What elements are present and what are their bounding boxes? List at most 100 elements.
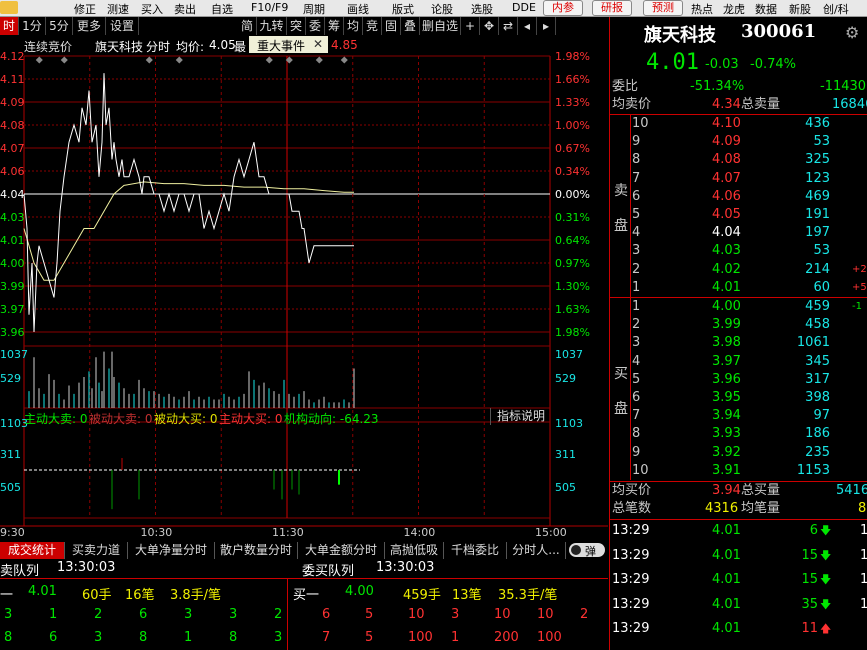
back-button[interactable]	[0, 1, 18, 14]
tool-break[interactable]: 突	[287, 17, 306, 35]
menu-item-ipo[interactable]: 新股	[789, 1, 811, 17]
level: 8	[632, 152, 641, 168]
tool-overlay[interactable]: 叠	[401, 17, 420, 35]
tool-chips[interactable]: 筹	[325, 17, 344, 35]
tool-average[interactable]: 均	[344, 17, 363, 35]
level-volume: 436	[805, 116, 830, 131]
order-book-row[interactable]: 4 3.97 345	[610, 353, 867, 371]
level: 2	[632, 317, 641, 333]
close-icon[interactable]: ✕	[313, 37, 323, 51]
order-book-row[interactable]: 6 4.06 469	[610, 188, 867, 206]
order-book-row[interactable]: 6 3.95 398	[610, 389, 867, 407]
menu-item-dragon[interactable]: 龙虎	[723, 1, 745, 17]
queue-order: 3	[451, 607, 460, 622]
tool-nine-turn[interactable]: 九转	[257, 17, 287, 35]
indicator-active-buy: 主动大买: 0	[219, 412, 283, 426]
tick-tail: 1	[860, 572, 867, 587]
tab-insider[interactable]: 内参	[543, 0, 583, 16]
order-book-row[interactable]: 2 4.02 214 +2	[610, 261, 867, 279]
tab-retail-count[interactable]: 散户数量分时	[215, 542, 298, 559]
percent-tick-label: 1.00%	[555, 119, 590, 132]
menu-item-hotspot[interactable]: 热点	[691, 1, 713, 17]
tick-direction: 🡇	[820, 522, 831, 540]
order-book-row[interactable]: 7 3.94 97	[610, 407, 867, 425]
tab-buy-sell-force[interactable]: 买卖力道	[65, 542, 128, 559]
menu-item-sell[interactable]: 卖出	[174, 1, 196, 17]
button-settings[interactable]: 设置	[106, 17, 139, 35]
tick-time: 13:29	[612, 523, 650, 538]
level-volume: 325	[805, 152, 830, 168]
next-icon[interactable]: ▸	[537, 17, 556, 35]
order-book-row[interactable]: 7 4.07 123	[610, 170, 867, 188]
chart-stock-name: 旗天科技	[95, 40, 144, 54]
order-book-row[interactable]: 3 4.03 53	[610, 242, 867, 260]
tick-time: 13:29	[612, 621, 650, 636]
total-sell-label: 总卖量	[741, 97, 781, 112]
price-change-pct: -0.74%	[750, 57, 796, 72]
popup-toggle[interactable]: 弹	[569, 543, 605, 558]
level-price: 3.99	[712, 317, 741, 333]
tab-timeshare[interactable]: 时	[0, 17, 19, 35]
order-book-row[interactable]: 2 3.99 458	[610, 316, 867, 334]
tool-auction[interactable]: 竞	[363, 17, 382, 35]
indicator-explain-button[interactable]: 指标说明	[490, 408, 555, 425]
menu-item-f10[interactable]: F10/F9	[251, 1, 288, 14]
order-book-row[interactable]: 1 4.00 459 -1	[610, 298, 867, 316]
tab-research[interactable]: 研报	[592, 0, 632, 16]
tab-forecast[interactable]: 预测	[643, 0, 683, 16]
tab-trade-stats[interactable]: 成交统计	[0, 542, 65, 559]
menu-item-period[interactable]: 周期	[303, 1, 325, 17]
chart-canvas[interactable]: 4.12 4.11 4.09 4.08 4.07 4.06 4.04 4.03 4.01 4.00…	[0, 36, 608, 542]
menu-item-draw[interactable]: 画线	[347, 1, 369, 17]
tab-high-low[interactable]: 高抛低吸	[385, 542, 444, 559]
intraday-chart[interactable]: 4.12 4.11 4.09 4.08 4.07 4.06 4.04 4.03 4.01 4.00…	[0, 36, 608, 542]
event-badge[interactable]: 重大事件 ✕	[249, 36, 328, 53]
button-1min[interactable]: 1分	[19, 17, 46, 35]
swap-icon[interactable]: ⇄	[499, 17, 518, 35]
menu-item-layout[interactable]: 版式	[392, 1, 414, 17]
plus-icon[interactable]: +	[461, 17, 480, 35]
volume-tick-label: 1037	[0, 348, 28, 361]
order-book-row[interactable]: 4 4.04 197	[610, 224, 867, 242]
prev-icon[interactable]: ◂	[518, 17, 537, 35]
avg-buy-value: 3.94	[712, 483, 741, 498]
menu-item-dde[interactable]: DDE	[512, 1, 536, 14]
button-5min[interactable]: 5分	[46, 17, 73, 35]
order-book-row[interactable]: 9 4.09 53	[610, 133, 867, 151]
order-book-row[interactable]: 10 3.91 1153	[610, 462, 867, 480]
menu-item-screener[interactable]: 选股	[471, 1, 493, 17]
menu-item-forum[interactable]: 论股	[431, 1, 453, 17]
tab-big-order-amount[interactable]: 大单金额分时	[298, 542, 385, 559]
tool-simple[interactable]: 简	[238, 17, 257, 35]
price-tick-label: 4.03	[0, 211, 25, 224]
stock-name: 旗天科技	[644, 25, 716, 46]
menu-item-buy[interactable]: 买入	[141, 1, 163, 17]
tick-tail: 1	[860, 523, 867, 538]
menu-item-watchlist[interactable]: 自选	[211, 1, 233, 17]
tool-order[interactable]: 委	[306, 17, 325, 35]
menu-item-data[interactable]: 数据	[755, 1, 777, 17]
menu-item-speedtest[interactable]: 测速	[107, 1, 129, 17]
tab-big-order-net[interactable]: 大单净量分时	[128, 542, 215, 559]
order-book-row[interactable]: 3 3.98 1061	[610, 334, 867, 352]
level-volume: 197	[805, 225, 830, 241]
order-book-row[interactable]: 1 4.01 60 +50	[610, 279, 867, 297]
menu-item-star[interactable]: 创/科	[823, 1, 849, 17]
level-volume: 60	[813, 279, 830, 295]
tab-timeshare-more[interactable]: 分时人...	[507, 542, 566, 559]
order-book-row[interactable]: 5 4.05 191	[610, 206, 867, 224]
order-book-row[interactable]: 8 3.93 186	[610, 425, 867, 443]
menu-item-fix[interactable]: 修正	[74, 1, 96, 17]
tool-fixed[interactable]: 固	[382, 17, 401, 35]
price-tick-label: 4.09	[0, 96, 25, 109]
tab-order-ratio[interactable]: 千档委比	[444, 542, 507, 559]
order-book-row[interactable]: 9 3.92 235	[610, 444, 867, 462]
tool-remove-watch[interactable]: 删自选	[420, 17, 461, 35]
move-icon[interactable]: ✥	[480, 17, 499, 35]
gear-icon[interactable]: ⚙	[845, 23, 859, 42]
order-book-row[interactable]: 10 4.10 436	[610, 115, 867, 133]
price-tick-label: 4.01	[0, 234, 25, 247]
order-book-row[interactable]: 5 3.96 317	[610, 371, 867, 389]
button-more[interactable]: 更多	[73, 17, 106, 35]
order-book-row[interactable]: 8 4.08 325	[610, 151, 867, 169]
